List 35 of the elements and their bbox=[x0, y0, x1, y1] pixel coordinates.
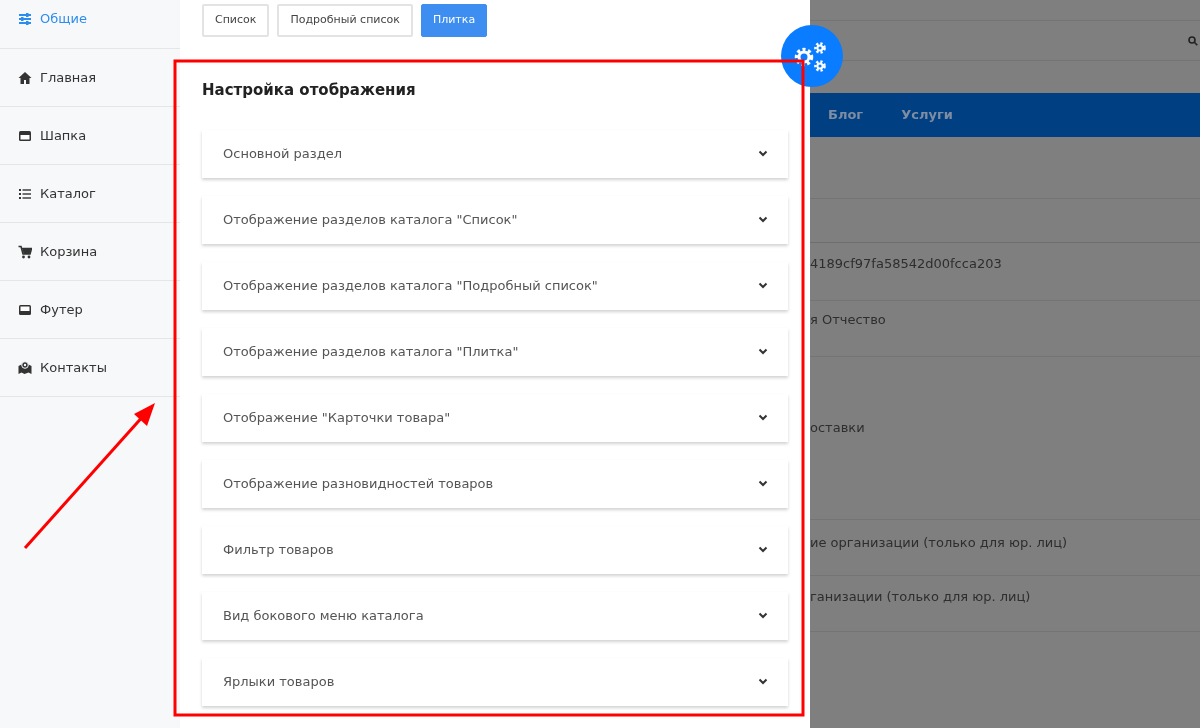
accordion-header[interactable]: Отображение разделов каталога "Подробный список" bbox=[202, 261, 788, 310]
accordion-header[interactable]: Ярлыки товаров bbox=[202, 657, 788, 706]
form-text: 4189cf97fa58542d00fcca203 bbox=[810, 256, 1002, 271]
search-icon bbox=[1188, 35, 1198, 46]
map-icon bbox=[18, 360, 32, 375]
form-text: ие организации (только для юр. лиц) bbox=[810, 535, 1068, 550]
accordion-header[interactable]: Отображение разделов каталога "Плитка" bbox=[202, 327, 788, 376]
form-text: оставки bbox=[810, 420, 865, 435]
chevron-icon bbox=[758, 282, 768, 289]
accordion-header[interactable]: Фильтр товаров bbox=[202, 525, 788, 574]
chevron-icon bbox=[758, 414, 768, 421]
section-title: Настройка отображения bbox=[202, 80, 417, 101]
chevron-icon bbox=[758, 348, 768, 355]
accordion-header[interactable]: Отображение разновидностей товаров bbox=[202, 459, 788, 508]
view-mode-button[interactable]: Список bbox=[202, 4, 270, 37]
window-icon bbox=[18, 302, 32, 317]
sliders-icon bbox=[18, 12, 32, 26]
chevron-icon bbox=[758, 546, 768, 553]
chevron-icon bbox=[758, 150, 768, 157]
view-mode-button[interactable]: Подробный список bbox=[277, 4, 413, 37]
accordion-header[interactable]: Основной раздел bbox=[202, 129, 788, 178]
window-icon bbox=[18, 128, 32, 143]
form-text: я Отчество bbox=[810, 312, 886, 327]
chevron-icon bbox=[758, 216, 768, 223]
list-icon bbox=[18, 186, 32, 201]
accordion-header[interactable]: Отображение разделов каталога "Список" bbox=[202, 195, 788, 244]
chevron-icon bbox=[758, 480, 768, 487]
form-text: ганизации (только для юр. лиц) bbox=[810, 589, 1031, 604]
accordion-header[interactable]: Отображение "Карточки товара" bbox=[202, 393, 788, 442]
chevron-icon bbox=[758, 612, 768, 619]
chevron-icon bbox=[758, 678, 768, 685]
house-icon bbox=[18, 70, 32, 85]
accordion-header[interactable]: Вид бокового меню каталога bbox=[202, 591, 788, 640]
settings-gears-button[interactable] bbox=[780, 24, 844, 88]
cart-icon bbox=[18, 244, 32, 259]
